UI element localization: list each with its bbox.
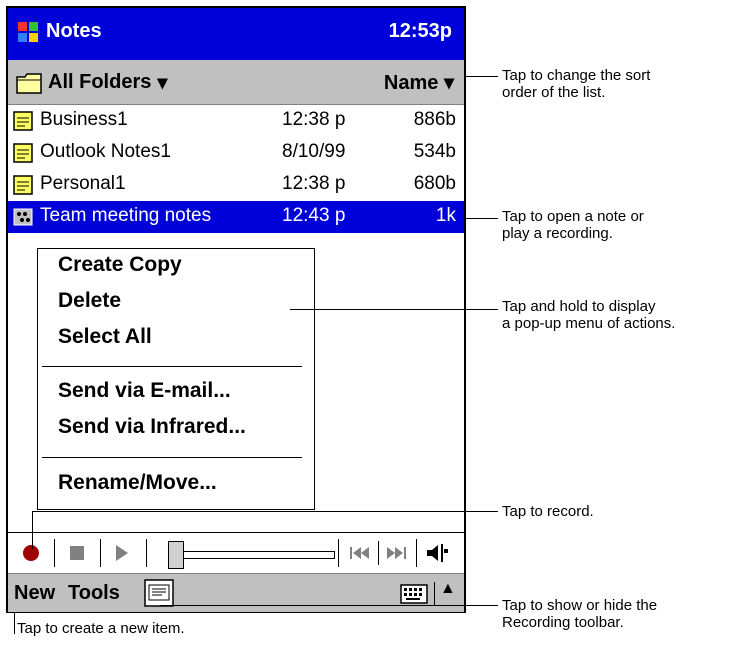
note-name: Business1 — [40, 109, 128, 130]
annotation-new-item: Tap to create a new item. — [17, 620, 185, 637]
toolbar-divider — [416, 539, 417, 567]
volume-icon[interactable] — [424, 541, 450, 565]
menu-item-send-email[interactable]: Send via E-mail... — [58, 379, 231, 403]
note-date: 8/10/99 — [282, 141, 346, 162]
menu-divider — [42, 457, 302, 458]
folder-dropdown[interactable]: All Folders ▾ — [16, 70, 167, 95]
tools-menu[interactable]: Tools — [68, 582, 120, 605]
note-icon — [13, 111, 33, 131]
note-date: 12:38 p — [282, 109, 346, 130]
folder-bar: All Folders ▾ Name ▾ — [8, 60, 464, 105]
recording-icon — [13, 208, 33, 226]
note-icon — [13, 143, 33, 163]
annotation-sort: Tap to change the sort order of the list… — [502, 67, 651, 101]
chevron-down-icon: ▾ — [443, 72, 454, 94]
note-date: 12:38 p — [282, 173, 346, 194]
annotation-toolbar: Tap to show or hide the Recording toolba… — [502, 597, 658, 631]
stop-icon[interactable] — [64, 541, 90, 565]
menu-divider — [42, 366, 302, 367]
app-title: Notes — [46, 20, 102, 42]
notes-list: Business1 12:38 p 886b Outlook Notes1 8/… — [8, 105, 464, 233]
play-icon[interactable] — [108, 541, 134, 565]
folder-label: All Folders — [48, 71, 152, 93]
annotation-open: Tap to open a note or play a recording. — [502, 208, 644, 242]
toolbar-divider — [100, 539, 101, 567]
folder-icon — [16, 72, 42, 94]
menu-item-create-copy[interactable]: Create Copy — [58, 253, 182, 277]
skip-back-icon[interactable] — [346, 541, 372, 565]
keyboard-icon[interactable] — [400, 583, 432, 605]
chevron-down-icon: ▾ — [157, 72, 168, 94]
menu-item-select-all[interactable]: Select All — [58, 325, 152, 349]
playback-slider-thumb[interactable] — [168, 541, 184, 569]
sort-label: Name — [383, 72, 439, 94]
playback-slider-track[interactable] — [173, 551, 335, 559]
clock[interactable]: 12:53p — [389, 20, 452, 43]
callout-line — [32, 511, 33, 549]
note-size: 1k — [435, 205, 456, 226]
sort-dropdown[interactable]: Name ▾ — [384, 70, 454, 95]
note-name: Personal1 — [40, 173, 126, 194]
list-item[interactable]: Business1 12:38 p 886b — [8, 105, 464, 137]
menu-item-rename-move[interactable]: Rename/Move... — [58, 471, 217, 495]
note-icon — [13, 175, 33, 195]
note-size: 680b — [413, 173, 456, 194]
record-icon[interactable] — [18, 541, 44, 565]
toolbar-divider — [378, 541, 379, 565]
note-size: 534b — [413, 141, 456, 162]
list-item-selected[interactable]: Team meeting notes 12:43 p 1k — [8, 201, 464, 233]
list-item[interactable]: Outlook Notes1 8/10/99 534b — [8, 137, 464, 169]
callout-line — [32, 511, 498, 512]
popup-menu: Create Copy Delete Select All Send via E… — [37, 248, 315, 510]
note-date: 12:43 p — [282, 205, 346, 226]
toolbar-divider — [54, 539, 55, 567]
annotation-popup: Tap and hold to display a pop-up menu of… — [502, 298, 676, 332]
windows-start-icon[interactable] — [16, 20, 40, 44]
new-menu[interactable]: New — [14, 582, 55, 605]
note-name: Team meeting notes — [40, 205, 212, 226]
chevron-up-icon[interactable]: ▲ — [440, 580, 456, 598]
toolbar-divider — [338, 539, 339, 567]
menu-item-delete[interactable]: Delete — [58, 289, 121, 313]
command-bar: New Tools ▲ — [8, 573, 464, 612]
title-bar: Notes 12:53p — [8, 8, 464, 60]
callout-line — [466, 218, 498, 219]
recording-toolbar-toggle-icon[interactable] — [144, 579, 174, 607]
recording-toolbar — [8, 532, 464, 573]
callout-line — [14, 612, 15, 634]
list-item[interactable]: Personal1 12:38 p 680b — [8, 169, 464, 201]
toolbar-divider — [434, 582, 435, 606]
callout-line — [466, 76, 498, 77]
annotation-record: Tap to record. — [502, 503, 594, 520]
toolbar-divider — [146, 539, 147, 567]
note-size: 886b — [413, 109, 456, 130]
skip-forward-icon[interactable] — [384, 541, 410, 565]
menu-item-send-infrared[interactable]: Send via Infrared... — [58, 415, 246, 439]
callout-line — [160, 605, 498, 606]
callout-line — [290, 309, 498, 310]
note-name: Outlook Notes1 — [40, 141, 171, 162]
